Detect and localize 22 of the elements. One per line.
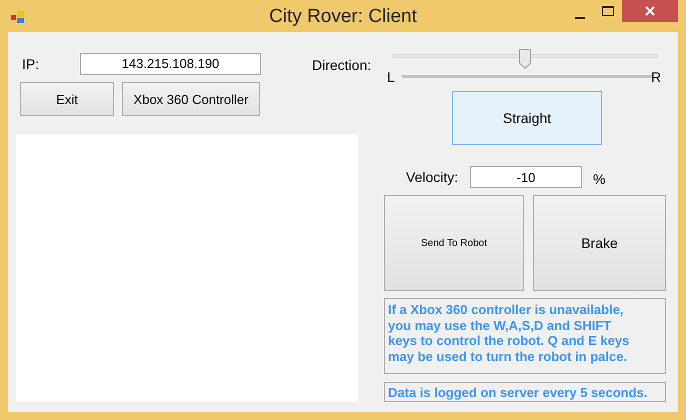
right-label: R [651, 69, 662, 85]
unit-label: % [593, 171, 606, 187]
direction-label: Direction: [312, 57, 372, 75]
help-text: If a Xbox 360 controller is unavailable, you may use the W,A,S,D and SHIFT keys to control the robot. Q and E keys may be used to turn the robot in palce. [384, 298, 666, 374]
app-icon [10, 9, 26, 25]
window-title: City Rover: Client [268, 6, 418, 28]
log-text: Data is logged on server every 5 seconds. [384, 382, 666, 402]
close-button[interactable] [622, 0, 678, 22]
maximize-icon [602, 6, 614, 16]
ip-label: IP: [22, 56, 40, 72]
straight-button[interactable]: Straight [452, 91, 602, 145]
slider-thumb[interactable] [519, 49, 531, 69]
controller-button[interactable]: Xbox 360 Controller [122, 82, 260, 116]
ip-field[interactable]: 143.215.108.190 [80, 52, 261, 74]
velocity-field[interactable]: -10 [470, 166, 582, 188]
left-label: L [387, 69, 395, 85]
exit-button[interactable]: Exit [20, 82, 114, 116]
close-icon [645, 6, 655, 16]
minimize-icon [575, 17, 585, 19]
brake-button[interactable]: Brake [533, 195, 666, 291]
velocity-label: Velocity: [406, 169, 460, 185]
send-button[interactable]: Send To Robot [384, 195, 524, 291]
